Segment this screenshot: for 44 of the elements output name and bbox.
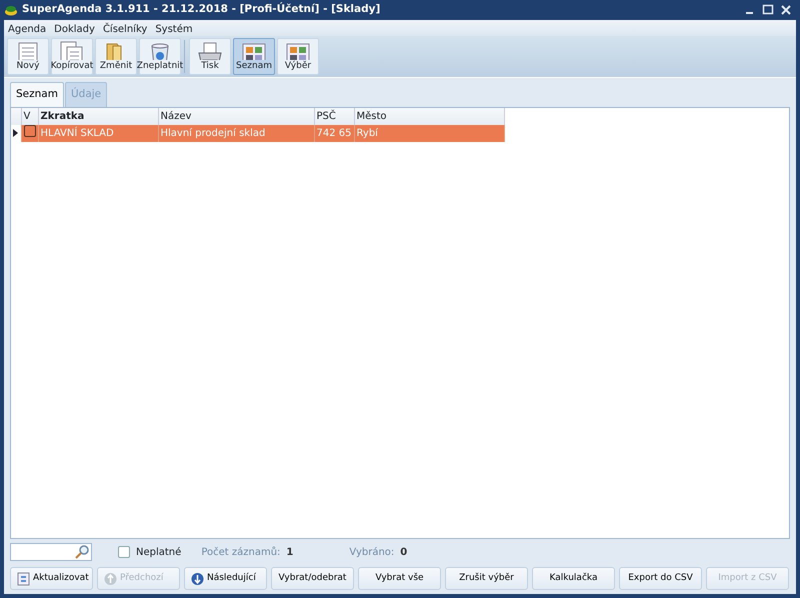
table-cell: Hlavní prodejní sklad [158,124,314,142]
menu-item[interactable]: Agenda [8,22,46,34]
column-header[interactable]: Zkratka [38,108,158,125]
button[interactable]: Aktualizovat [10,567,93,590]
column-header[interactable]: Název [158,108,314,125]
up-arrow-icon [104,572,117,586]
checkbox[interactable] [24,124,36,137]
button[interactable]: Export do CSV [619,567,702,590]
checkbox[interactable] [118,546,130,558]
button[interactable]: Kalkulačka [532,567,615,590]
column-header[interactable]: Město [354,108,504,125]
row-pointer-icon [13,129,18,138]
button[interactable]: Zrušit výběr [445,567,528,590]
toolbar-button[interactable]: Tisk [189,38,231,75]
maximize-button[interactable] [762,4,774,16]
selected-count: 0 [400,546,408,560]
checkbox-label[interactable]: Neplatné [136,544,182,560]
toolbar-button[interactable]: Změnit [95,38,137,75]
button[interactable]: Následující [184,567,267,590]
window-title: SuperAgenda 3.1.911 - 21.12.2018 - [Profi-Účetní] - [Sklady] [22,2,380,18]
count-label: Počet záznamů: [201,546,280,560]
search-field[interactable] [10,543,92,561]
toolbar-button[interactable]: Výběr [277,38,319,75]
toolbar-button[interactable]: Seznam [233,38,275,75]
menu-item[interactable]: Číselníky [102,22,148,34]
column-header[interactable]: V [21,108,38,125]
toolbar-button[interactable]: Zneplatnit [139,38,181,75]
toolbar-button[interactable]: Kopírovat [51,38,93,75]
button[interactable]: Vybrat vše [358,567,441,590]
menu-item[interactable]: Systém [155,22,193,34]
close-button[interactable] [780,4,792,16]
record-count: 1 [286,546,294,560]
table-cell: 742 65 [314,124,354,142]
column-header[interactable]: PSČ [314,108,354,125]
toolbar-button[interactable]: Nový [7,38,49,75]
menu-item[interactable]: Doklady [54,22,95,34]
table-cell: Rybí [354,124,504,142]
selected-label: Vybráno: [349,546,394,560]
tab[interactable]: Seznam [10,82,64,107]
down-arrow-icon [191,572,204,586]
search-icon [75,545,89,559]
button[interactable]: Vybrat/odebrat [271,567,354,590]
table-cell: HLAVNÍ SKLAD [38,124,158,142]
app-logo-icon [4,4,18,16]
